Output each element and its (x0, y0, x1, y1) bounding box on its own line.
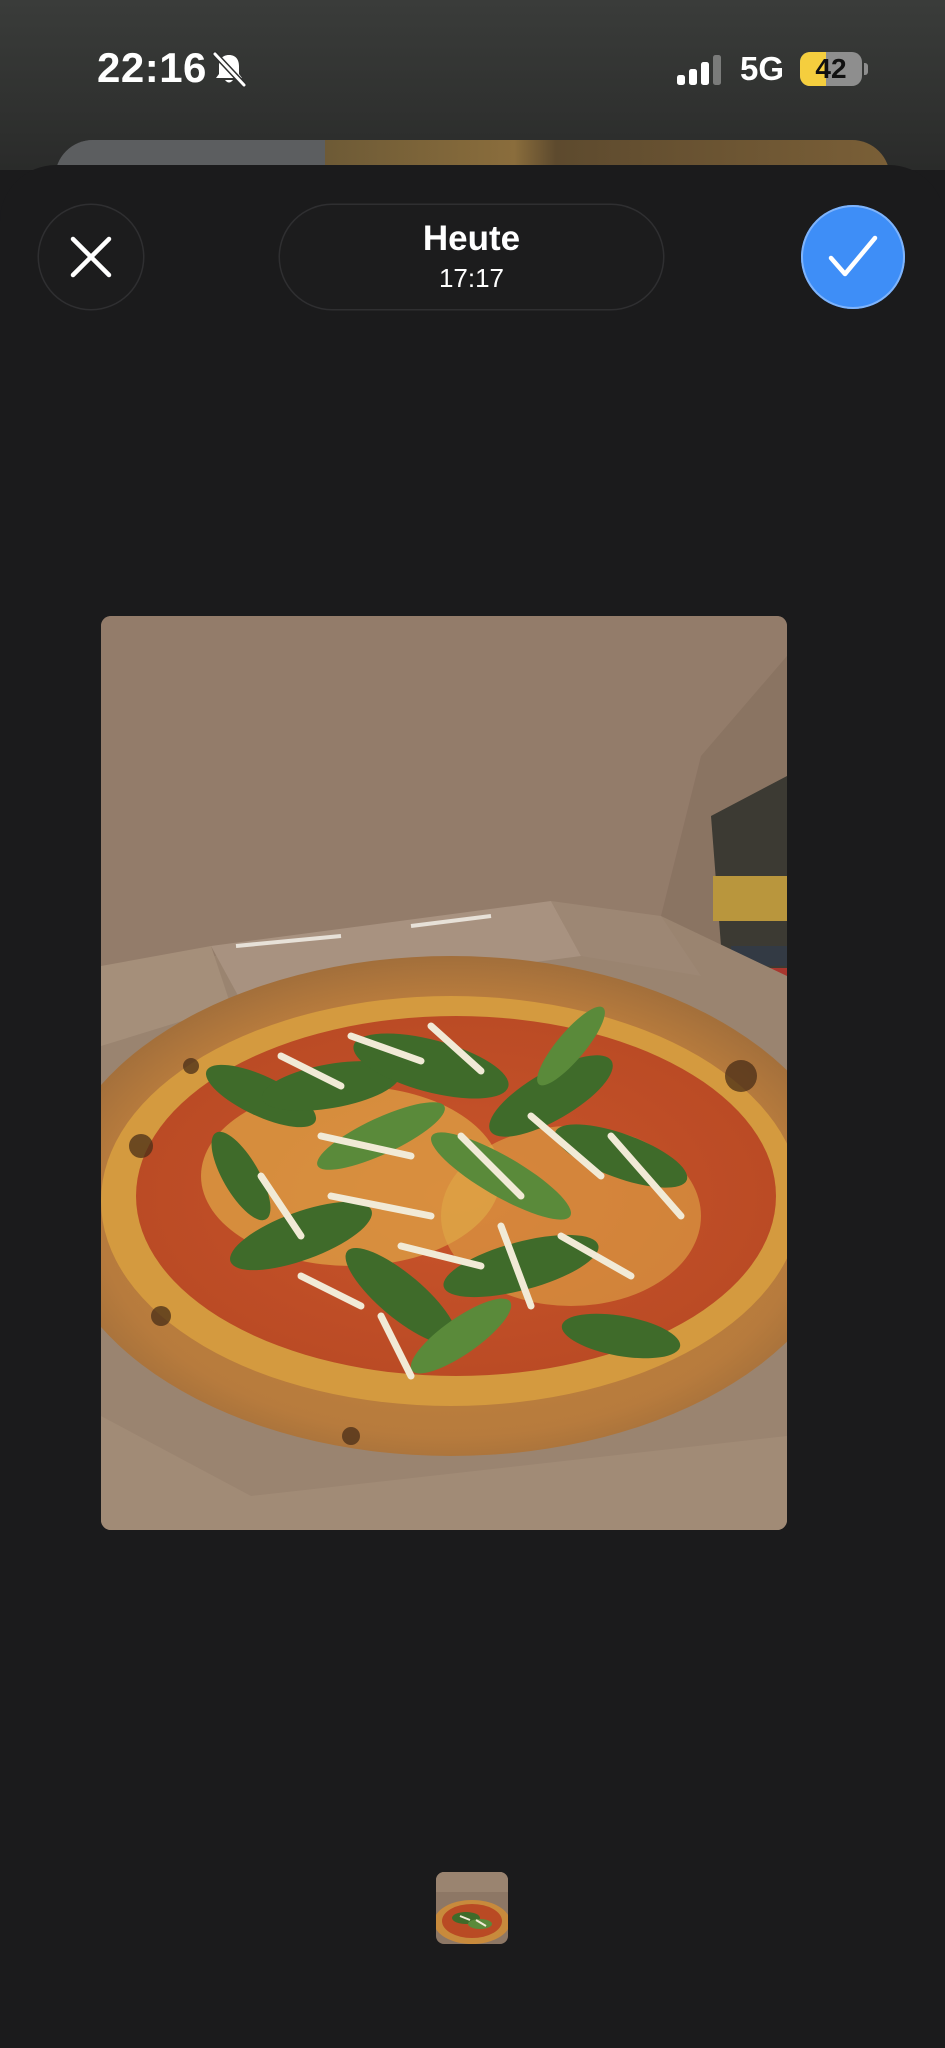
photo-editor-screen: 22:16 5G 42 Heute 17:17 (0, 0, 945, 2048)
close-icon (70, 236, 112, 278)
date-time-pill[interactable]: Heute 17:17 (280, 205, 663, 309)
date-title: Heute (422, 219, 521, 258)
network-type-label: 5G (740, 50, 785, 87)
confirm-button[interactable] (801, 205, 905, 309)
bell-slash-icon (212, 51, 247, 88)
status-bar: 22:16 5G 42 (0, 0, 945, 140)
cellular-signal-icon (677, 55, 721, 85)
close-button[interactable] (39, 205, 143, 309)
main-photo[interactable] (101, 616, 787, 1530)
battery-indicator: 42 (800, 52, 862, 86)
checkmark-icon (828, 235, 878, 277)
date-time: 17:17 (438, 263, 505, 293)
status-time: 22:16 (97, 44, 207, 91)
battery-percentage: 42 (815, 53, 847, 84)
battery-cap (864, 63, 868, 75)
photo-thumbnail[interactable] (436, 1872, 508, 1944)
pizza-thumbnail-image (436, 1872, 508, 1944)
pizza-photo (101, 616, 787, 1530)
